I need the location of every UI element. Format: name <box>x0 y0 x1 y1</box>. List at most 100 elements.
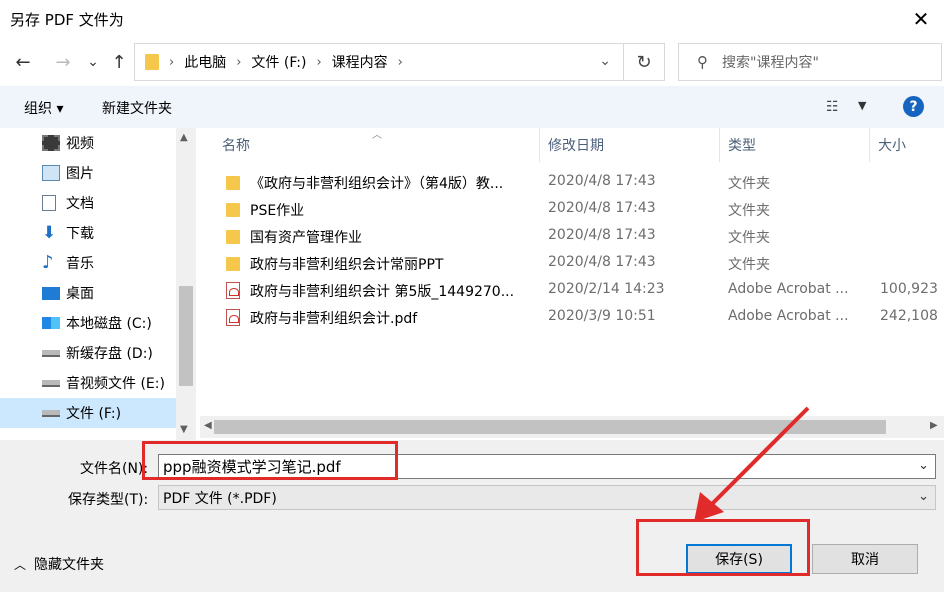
sidebar-item-drive-c[interactable]: 本地磁盘 (C:) <box>0 308 176 338</box>
folder-icon <box>226 176 240 190</box>
help-icon[interactable]: ? <box>903 96 924 117</box>
file-row[interactable]: 政府与非营利组织会计.pdf 2020/3/9 10:51 Adobe Acro… <box>218 304 944 331</box>
file-date: 2020/4/8 17:43 <box>548 227 656 243</box>
pdf-file-icon <box>226 309 240 326</box>
sidebar-item-drive-f[interactable]: 文件 (F:) <box>0 398 176 428</box>
file-row[interactable]: 国有资产管理作业 2020/4/8 17:43 文件夹 <box>218 223 944 250</box>
chevron-down-icon[interactable]: ▼ <box>858 99 866 112</box>
column-header-name[interactable]: 名称 <box>196 128 540 162</box>
desktop-icon <box>42 286 60 300</box>
new-folder-button[interactable]: 新建文件夹 <box>102 98 172 118</box>
file-date: 2020/3/9 10:51 <box>548 308 656 324</box>
filetype-value: PDF 文件 (*.PDF) <box>163 490 277 507</box>
refresh-icon[interactable]: ↻ <box>624 43 665 81</box>
breadcrumb-drive-f[interactable]: 文件 (F:) <box>251 52 306 72</box>
file-list-horizontal-scrollbar[interactable]: ◀ ▶ <box>200 416 944 438</box>
drive-icon <box>42 349 60 357</box>
sidebar-item-music[interactable]: ♪ 音乐 <box>0 248 176 278</box>
download-icon: ⬇ <box>42 223 57 243</box>
chevron-down-icon[interactable]: ⌄ <box>918 489 929 504</box>
file-size: 242,108 <box>880 308 938 324</box>
sidebar-item-label: 新缓存盘 (D:) <box>66 346 153 362</box>
sidebar-scrollbar[interactable]: ▲ ▼ <box>176 128 196 440</box>
documents-icon <box>42 195 56 211</box>
crumb-separator-icon[interactable]: › <box>398 55 403 70</box>
crumb-separator-icon[interactable]: › <box>236 55 241 70</box>
close-icon[interactable]: ✕ <box>904 4 938 34</box>
scroll-down-icon[interactable]: ▼ <box>180 424 188 435</box>
filetype-label: 保存类型(T): <box>68 492 149 508</box>
title-bar: 另存 PDF 文件为 ✕ <box>0 0 944 38</box>
filename-value: ppp融资模式学习笔记.pdf <box>163 458 341 476</box>
chevron-down-icon[interactable]: ⌄ <box>599 53 611 69</box>
sidebar-item-downloads[interactable]: ⬇ 下载 <box>0 218 176 248</box>
file-date: 2020/4/8 17:43 <box>548 254 656 270</box>
file-row[interactable]: 《政府与非营利组织会计》（第4版）教... 2020/4/8 17:43 文件夹 <box>218 169 944 196</box>
file-name: 政府与非营利组织会计.pdf <box>250 311 418 327</box>
sidebar-item-documents[interactable]: 文档 <box>0 188 176 218</box>
breadcrumb-course-content[interactable]: 课程内容 <box>332 52 388 72</box>
drive-icon <box>42 409 60 417</box>
chevron-up-icon: ︿ <box>14 557 27 572</box>
crumb-separator-icon[interactable]: › <box>316 55 321 70</box>
sidebar-item-label: 桌面 <box>66 286 94 302</box>
sidebar-item-label: 视频 <box>66 136 94 152</box>
folder-icon <box>226 257 240 271</box>
forward-arrow-icon[interactable]: → <box>50 48 76 76</box>
file-date: 2020/4/8 17:43 <box>548 200 656 216</box>
up-arrow-icon[interactable]: ↑ <box>106 48 132 76</box>
organize-button[interactable]: 组织 ▾ <box>24 98 63 118</box>
file-size: 100,923 <box>880 281 938 297</box>
scroll-left-icon[interactable]: ◀ <box>204 420 212 431</box>
file-type: Adobe Acrobat ... <box>728 281 849 297</box>
column-header-type[interactable]: 类型 <box>720 128 870 162</box>
recent-locations-chevron-icon[interactable]: ⌄ <box>80 48 106 76</box>
back-arrow-icon[interactable]: ← <box>10 48 36 76</box>
file-row[interactable]: PSE作业 2020/4/8 17:43 文件夹 <box>218 196 944 223</box>
file-name: 政府与非营利组织会计常丽PPT <box>250 257 444 273</box>
breadcrumb-this-pc[interactable]: 此电脑 <box>184 52 226 72</box>
sidebar-item-desktop[interactable]: 桌面 <box>0 278 176 308</box>
sidebar-item-label: 文件 (F:) <box>66 406 122 422</box>
sidebar-item-drive-e[interactable]: 音视频文件 (E:) <box>0 368 176 398</box>
cancel-button[interactable]: 取消 <box>812 544 918 574</box>
drive-icon <box>42 379 60 387</box>
scrollbar-thumb[interactable] <box>179 286 193 386</box>
file-type: Adobe Acrobat ... <box>728 308 849 324</box>
video-icon <box>42 135 60 151</box>
filename-input[interactable]: ppp融资模式学习笔记.pdf ⌄ <box>158 454 936 479</box>
search-icon: ⚲ <box>697 53 708 71</box>
scroll-up-icon[interactable]: ▲ <box>180 132 188 143</box>
save-options-panel: 文件名(N): ppp融资模式学习笔记.pdf ⌄ 保存类型(T): PDF 文… <box>0 440 944 592</box>
file-row[interactable]: 政府与非营利组织会计 第5版_1449270... 2020/2/14 14:2… <box>218 277 944 304</box>
save-button[interactable]: 保存(S) <box>686 544 792 574</box>
sidebar-item-videos[interactable]: 视频 <box>0 128 176 158</box>
folder-icon <box>226 203 240 217</box>
sidebar-item-pictures[interactable]: 图片 <box>0 158 176 188</box>
music-icon: ♪ <box>42 252 54 273</box>
sidebar-item-label: 本地磁盘 (C:) <box>66 316 152 332</box>
file-name: 《政府与非营利组织会计》（第4版）教... <box>250 176 504 192</box>
address-bar[interactable]: › 此电脑 › 文件 (F:) › 课程内容 › ⌄ <box>134 43 624 81</box>
search-box[interactable]: ⚲ 搜索"课程内容" <box>678 43 942 81</box>
file-type: 文件夹 <box>728 176 770 192</box>
hide-folders-toggle[interactable]: ︿ 隐藏文件夹 <box>14 554 104 574</box>
navigation-pane: 视频 图片 文档 ⬇ 下载 ♪ 音乐 桌面 本地磁盘 (C:) 新缓存盘 (D:… <box>0 128 196 440</box>
filetype-select[interactable]: PDF 文件 (*.PDF) ⌄ <box>158 485 936 510</box>
column-header-date[interactable]: 修改日期 <box>540 128 720 162</box>
column-header-size[interactable]: 大小 <box>870 128 944 162</box>
scroll-right-icon[interactable]: ▶ <box>930 420 938 431</box>
sidebar-item-label: 图片 <box>66 166 94 182</box>
search-input[interactable]: 搜索"课程内容" <box>722 52 819 72</box>
file-row[interactable]: 政府与非营利组织会计常丽PPT 2020/4/8 17:43 文件夹 <box>218 250 944 277</box>
file-date: 2020/2/14 14:23 <box>548 281 665 297</box>
sidebar-item-drive-d[interactable]: 新缓存盘 (D:) <box>0 338 176 368</box>
file-type: 文件夹 <box>728 257 770 273</box>
sidebar-item-label: 音乐 <box>66 256 94 272</box>
navigation-bar: ← → ⌄ ↑ › 此电脑 › 文件 (F:) › 课程内容 › ⌄ ↻ ⚲ 搜… <box>0 40 944 86</box>
scrollbar-thumb[interactable] <box>214 420 886 434</box>
chevron-down-icon[interactable]: ⌄ <box>918 458 929 473</box>
view-details-icon[interactable]: ☷ <box>826 99 839 115</box>
folder-icon <box>226 230 240 244</box>
file-name: 国有资产管理作业 <box>250 230 362 246</box>
